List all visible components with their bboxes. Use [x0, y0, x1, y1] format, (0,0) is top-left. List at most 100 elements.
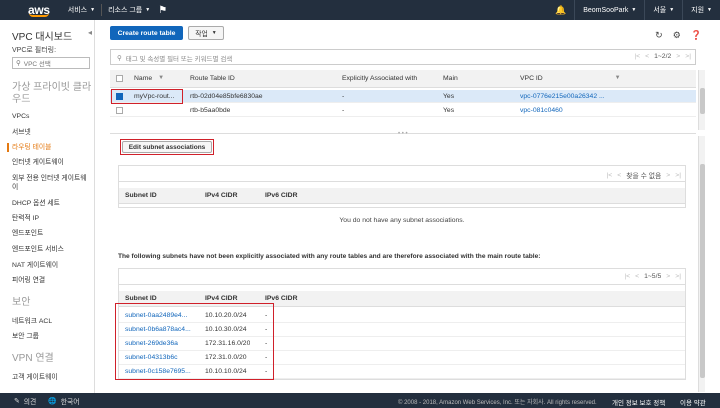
panel-toolbar: |< < 1~5/5 > >|	[119, 269, 685, 285]
last-page-icon[interactable]: >|	[685, 53, 691, 60]
subnet-ipv6: -	[265, 312, 268, 319]
sidebar-item-egress-only-gateways[interactable]: 외부 전용 인터넷 게이트웨이	[12, 174, 92, 192]
first-page-icon[interactable]: |<	[624, 273, 630, 280]
prev-page-icon[interactable]: <	[617, 172, 621, 179]
row-main: Yes	[443, 93, 455, 100]
sidebar-title[interactable]: VPC 대시보드	[12, 28, 72, 43]
vpc-filter-select[interactable]: ⚲ VPC 선택	[12, 57, 90, 69]
filter-bar: ⚲ 태그 및 속성별 필터 또는 키워드별 검색 |< < 1~2/2 > >|	[110, 49, 696, 65]
sidebar-item-peering[interactable]: 피어링 연결	[12, 276, 92, 285]
resource-groups-menu[interactable]: 리소스 그룹 ▼	[108, 5, 150, 15]
subnet-id-link[interactable]: subnet-04313b6c	[125, 354, 178, 361]
last-page-icon[interactable]: >|	[675, 172, 681, 179]
table-row: subnet-0c158e7695... 10.10.10.0/24 -	[119, 365, 685, 379]
bell-icon[interactable]: 🔔	[547, 5, 574, 16]
language-selector[interactable]: 🌐 한국어	[48, 396, 79, 406]
support-menu[interactable]: 지원 ▼	[682, 0, 720, 20]
sidebar-item-security-groups[interactable]: 보안 그룹	[12, 332, 92, 341]
column-main[interactable]: Main	[443, 75, 458, 82]
subnet-id-link[interactable]: subnet-0b6a878ac4...	[125, 326, 191, 333]
refresh-icon[interactable]: ↻	[655, 30, 663, 41]
associated-subnets-panel: |< < 찾을 수 없음 > >| Subnet ID IPv4 CIDR IP…	[118, 165, 686, 208]
sidebar-item-route-tables[interactable]: 라우팅 테이블	[7, 143, 92, 152]
gear-icon[interactable]: ⚙	[673, 30, 681, 41]
row-name[interactable]: myVpc-rout...	[134, 93, 184, 100]
main-route-table-notice: The following subnets have not been expl…	[118, 253, 541, 260]
feedback-link[interactable]: ✎ 의견	[14, 396, 36, 406]
sidebar-item-endpoints[interactable]: 엔드포인트	[12, 229, 92, 238]
subnet-ipv6: -	[265, 368, 268, 375]
unassoc-pager: |< < 1~5/5 > >|	[624, 273, 681, 280]
column-id-label: Route Table ID	[190, 75, 235, 82]
first-page-icon[interactable]: |<	[606, 172, 612, 179]
edit-subnet-associations-button[interactable]: Edit subnet associations	[122, 141, 212, 153]
table-scrollbar[interactable]	[698, 70, 705, 130]
help-icon[interactable]: ❓	[691, 30, 702, 41]
subnet-ipv4: 10.10.20.0/24	[205, 312, 247, 319]
column-explicit-assoc[interactable]: Explicitly Associated with	[342, 75, 417, 82]
pin-icon[interactable]: ⚑	[158, 5, 167, 16]
search-input[interactable]: ⚲ 태그 및 속성별 필터 또는 키워드별 검색	[117, 53, 232, 63]
footer: ✎ 의견 🌐 한국어 © 2008 - 2018, Amazon Web Ser…	[0, 393, 720, 408]
sidebar-item-vpcs[interactable]: VPCs	[12, 112, 92, 121]
sidebar-section-security: 보안	[12, 297, 31, 308]
table-row[interactable]: myVpc-rout... rtb-02d04e85bfe6830ae - Ye…	[110, 90, 696, 103]
sidebar-item-dhcp-options[interactable]: DHCP 옵션 세트	[12, 199, 92, 208]
subnet-ipv4: 10.10.30.0/24	[205, 326, 247, 333]
create-route-table-button[interactable]: Create route table	[110, 26, 183, 40]
services-menu[interactable]: 서비스 ▼	[68, 5, 95, 15]
subnet-ipv6: -	[265, 354, 268, 361]
sidebar-item-network-acls[interactable]: 네트워크 ACL	[12, 317, 92, 326]
collapse-sidebar-icon[interactable]: ◂	[88, 28, 92, 37]
details-scrollbar[interactable]	[698, 136, 705, 392]
row-checkbox[interactable]	[116, 107, 123, 114]
last-page-icon[interactable]: >|	[675, 273, 681, 280]
scrollbar-thumb[interactable]	[700, 164, 705, 378]
subnet-id-link[interactable]: subnet-0aa2489e4...	[125, 312, 187, 319]
column-subnet-id[interactable]: Subnet ID	[125, 295, 157, 302]
sidebar-item-nat-gateways[interactable]: NAT 게이트웨이	[12, 261, 92, 270]
row-checkbox[interactable]	[116, 93, 123, 100]
route-table-header: Name ▼ Route Table ID Explicitly Associat…	[110, 70, 696, 88]
table-row: subnet-0aa2489e4... 10.10.20.0/24 -	[119, 309, 685, 323]
sidebar-item-customer-gateways[interactable]: 고객 게이트웨이	[12, 373, 92, 382]
region-name: 서울	[653, 7, 667, 14]
actions-dropdown[interactable]: 작업 ▼	[188, 26, 224, 40]
column-vpc-id[interactable]: VPC ID ▼	[520, 75, 621, 82]
column-name[interactable]: Name ▼	[134, 75, 164, 82]
column-vpc-label: VPC ID	[520, 75, 543, 82]
account-menu[interactable]: BeomSooPark ▼	[574, 0, 644, 20]
sidebar-item-elastic-ips[interactable]: 탄력적 IP	[12, 214, 92, 223]
region-menu[interactable]: 서울 ▼	[644, 0, 682, 20]
privacy-policy-link[interactable]: 개인 정보 보호 정책	[612, 397, 665, 407]
prev-page-icon[interactable]: <	[645, 53, 649, 60]
column-ipv4-cidr[interactable]: IPv4 CIDR	[205, 192, 237, 199]
globe-icon: 🌐	[48, 397, 57, 405]
table-row[interactable]: rtb-b5aa0bde - Yes vpc-081c0460	[110, 104, 696, 117]
prev-page-icon[interactable]: <	[635, 273, 639, 280]
column-subnet-id[interactable]: Subnet ID	[125, 192, 157, 199]
sidebar-item-internet-gateways[interactable]: 인터넷 게이트웨이	[12, 158, 92, 167]
select-all-checkbox[interactable]	[116, 75, 123, 82]
next-page-icon[interactable]: >	[666, 172, 670, 179]
next-page-icon[interactable]: >	[676, 53, 680, 60]
pager-text: 찾을 수 없음	[626, 173, 662, 180]
scrollbar-thumb[interactable]	[700, 88, 705, 114]
subnet-id-link[interactable]: subnet-0c158e7695...	[125, 368, 191, 375]
sidebar-item-endpoint-services[interactable]: 엔드포인트 서비스	[12, 245, 92, 254]
next-page-icon[interactable]: >	[666, 273, 670, 280]
row-vpc-id-link[interactable]: vpc-081c0460	[520, 107, 563, 114]
chevron-down-icon: ▼	[707, 7, 712, 13]
terms-link[interactable]: 이용 약관	[680, 397, 706, 407]
column-ipv4-cidr[interactable]: IPv4 CIDR	[205, 295, 237, 302]
column-route-table-id[interactable]: Route Table ID	[190, 75, 235, 82]
column-ipv6-cidr[interactable]: IPv6 CIDR	[265, 192, 297, 199]
row-vpc-id-link[interactable]: vpc-0776e215e00a26342 ...	[520, 93, 605, 100]
column-ipv6-cidr[interactable]: IPv6 CIDR	[265, 295, 297, 302]
table-row: subnet-04313b6c 172.31.0.0/20 -	[119, 351, 685, 365]
sidebar-item-subnets[interactable]: 서브넷	[12, 128, 92, 137]
first-page-icon[interactable]: |<	[634, 53, 640, 60]
subnet-id-link[interactable]: subnet-269de36a	[125, 340, 178, 347]
drag-handle-icon[interactable]: • • •	[398, 131, 408, 137]
language-label: 한국어	[60, 398, 80, 406]
